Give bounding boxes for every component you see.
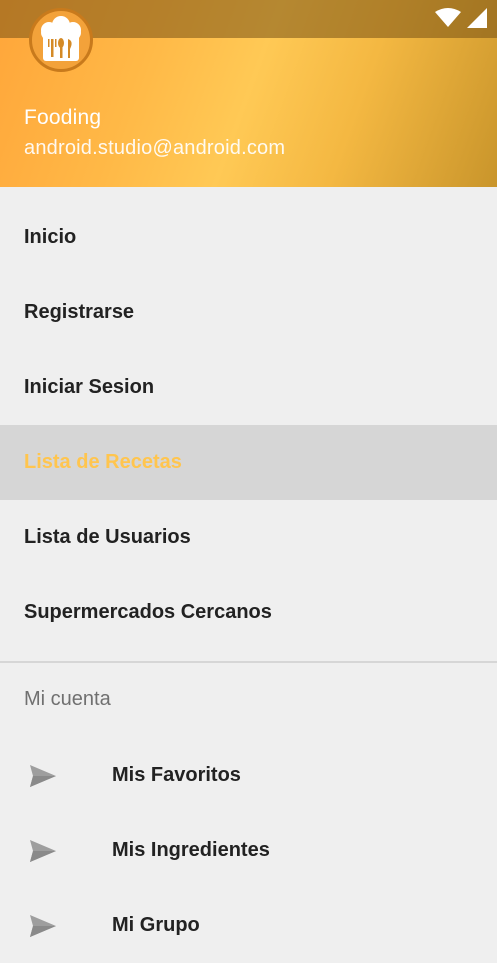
menu-item-label: Mi Grupo <box>112 914 200 936</box>
menu-item-inicio[interactable]: Inicio <box>0 200 497 275</box>
account-menu: Mis Favoritos Mis Ingredientes Mi Grupo <box>0 738 497 963</box>
menu-item-supermercados-cercanos[interactable]: Supermercados Cercanos <box>0 575 497 650</box>
send-arrow-icon <box>29 839 57 863</box>
menu-item-registrarse[interactable]: Registrarse <box>0 275 497 350</box>
section-title-mi-cuenta: Mi cuenta <box>24 688 111 710</box>
menu-item-lista-de-usuarios[interactable]: Lista de Usuarios <box>0 500 497 575</box>
menu-item-label: Supermercados Cercanos <box>24 601 272 623</box>
send-arrow-icon <box>29 914 57 938</box>
menu-item-label: Mis Ingredientes <box>112 839 270 861</box>
section-divider <box>0 661 497 663</box>
chef-hat-cutlery-logo <box>29 8 93 72</box>
user-email: android.studio@android.com <box>24 137 286 159</box>
send-arrow-icon <box>29 764 57 788</box>
menu-item-lista-de-recetas[interactable]: Lista de Recetas <box>0 425 497 500</box>
app-name: Fooding <box>24 106 102 129</box>
menu-item-label: Registrarse <box>24 301 135 323</box>
menu-item-iniciar-sesion[interactable]: Iniciar Sesion <box>0 350 497 425</box>
cellular-signal-icon <box>467 8 487 33</box>
menu-item-label: Inicio <box>24 226 77 248</box>
menu-item-label: Lista de Recetas <box>24 451 182 473</box>
menu-item-mis-favoritos[interactable]: Mis Favoritos <box>0 738 497 813</box>
wifi-icon <box>435 8 461 33</box>
menu-item-mi-grupo[interactable]: Mi Grupo <box>0 888 497 963</box>
menu-item-label: Mis Favoritos <box>112 764 241 786</box>
drawer-header: Fooding android.studio@android.com <box>0 0 497 187</box>
navigation-menu: Inicio Registrarse Iniciar Sesion Lista … <box>0 200 497 650</box>
menu-item-mis-ingredientes[interactable]: Mis Ingredientes <box>0 813 497 888</box>
menu-item-label: Lista de Usuarios <box>24 526 191 548</box>
menu-item-label: Iniciar Sesion <box>24 376 155 398</box>
